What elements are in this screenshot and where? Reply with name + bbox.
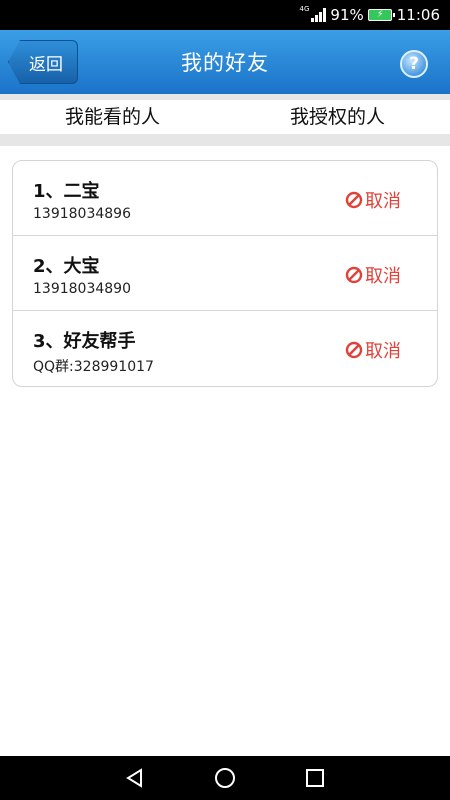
friend-id: 13918034890 xyxy=(33,281,131,297)
prohibit-icon xyxy=(345,266,363,284)
network-type: 4G xyxy=(299,5,310,13)
tab-divider-bottom xyxy=(0,134,450,146)
list-item: 3、好友帮手 QQ群:328991017 取消 xyxy=(13,311,437,386)
home-circle-icon[interactable] xyxy=(213,766,237,790)
cancel-button[interactable]: 取消 xyxy=(345,262,401,288)
page-title: 我的好友 xyxy=(181,51,269,75)
tab-label: 我授权的人 xyxy=(289,106,385,128)
cancel-label: 取消 xyxy=(365,341,401,362)
status-bar: 4G 91% ⚡ 11:06 xyxy=(0,0,450,30)
friend-name: 1、二宝 xyxy=(33,181,100,202)
tab-authorized[interactable]: 我授权的人 xyxy=(225,100,450,134)
system-nav-bar xyxy=(0,756,450,800)
cancel-button[interactable]: 取消 xyxy=(345,187,401,213)
battery-percent: 91% xyxy=(330,6,364,24)
title-bar: 返回 我的好友 ? xyxy=(0,30,450,94)
friend-name: 3、好友帮手 xyxy=(33,331,136,352)
signal-icon xyxy=(310,8,327,22)
list-item: 1、二宝 13918034896 取消 xyxy=(13,161,437,236)
prohibit-icon xyxy=(345,191,363,209)
cancel-button[interactable]: 取消 xyxy=(345,337,401,363)
tab-bar: 我能看的人 我授权的人 xyxy=(0,100,450,143)
tab-can-view[interactable]: 我能看的人 xyxy=(0,100,225,143)
recents-square-icon[interactable] xyxy=(304,767,326,789)
back-button[interactable]: 返回 xyxy=(8,40,78,84)
prohibit-icon xyxy=(345,341,363,359)
list-item: 2、大宝 13918034890 取消 xyxy=(13,236,437,311)
friend-name: 2、大宝 xyxy=(33,256,100,277)
clock: 11:06 xyxy=(396,6,440,24)
question-icon[interactable]: ? xyxy=(400,50,428,78)
back-triangle-icon[interactable] xyxy=(124,767,146,789)
friend-list: 1、二宝 13918034896 取消 2、大宝 13918034890 取消 … xyxy=(12,160,438,387)
tab-label: 我能看的人 xyxy=(64,106,160,128)
cancel-label: 取消 xyxy=(365,266,401,287)
cancel-label: 取消 xyxy=(365,191,401,212)
friend-id: 13918034896 xyxy=(33,206,131,222)
battery-icon: ⚡ xyxy=(367,9,395,21)
friend-id: QQ群:328991017 xyxy=(33,359,154,375)
